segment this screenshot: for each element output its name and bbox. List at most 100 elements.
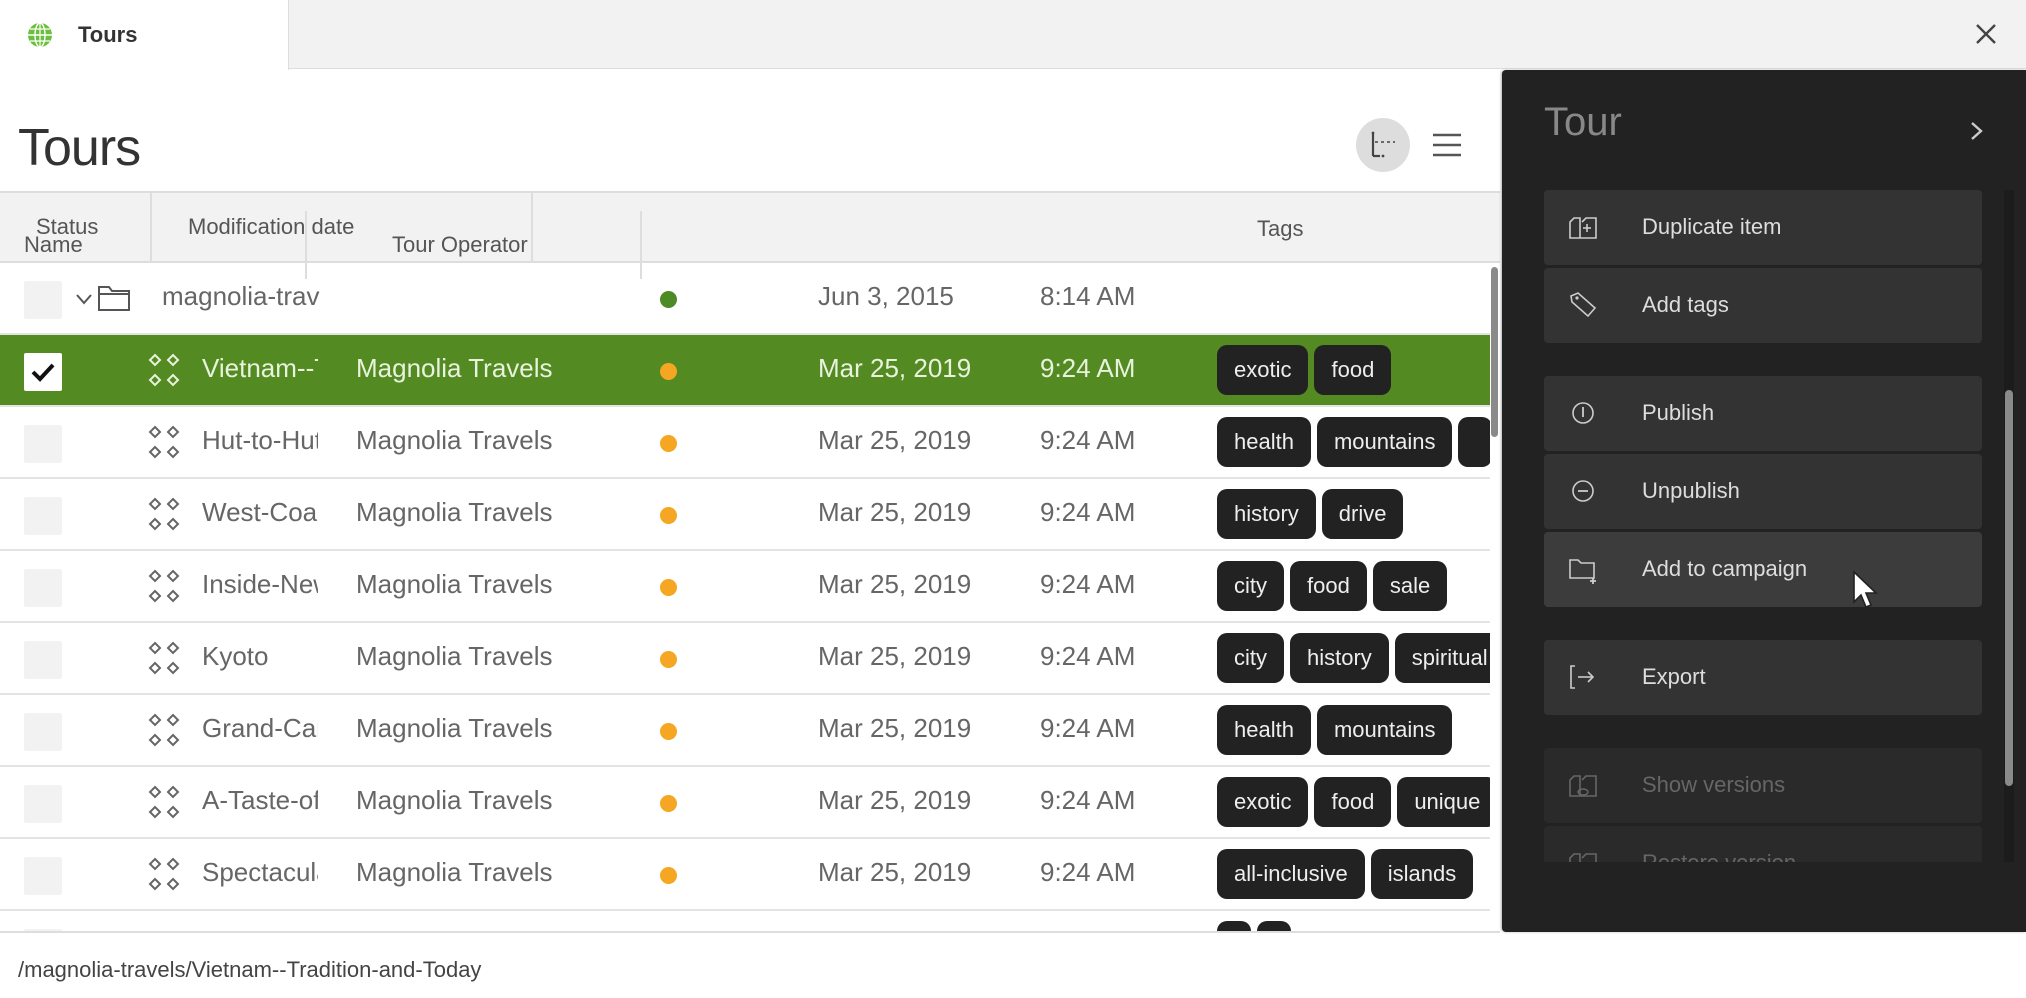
- table-row[interactable]: [0, 911, 1490, 931]
- tag-chip[interactable]: unique: [1397, 777, 1490, 827]
- tour-operator: Magnolia Travels: [356, 785, 553, 815]
- action-label: Duplicate item: [1642, 214, 1782, 239]
- tour-node-icon: [148, 569, 180, 603]
- table-row[interactable]: Grand-Canyon Magnolia Travels Mar 25, 2019…: [0, 695, 1490, 767]
- selected-item-path: /magnolia-travels/Vietnam--Tradition-and…: [18, 957, 482, 982]
- chevron-down-icon[interactable]: [74, 289, 94, 309]
- tag-list: health mountains: [1217, 705, 1490, 757]
- tag-chip[interactable]: mountains: [1316, 417, 1453, 467]
- row-checkbox[interactable]: [24, 497, 62, 535]
- tag-chip[interactable]: [1217, 921, 1251, 931]
- tag-chip[interactable]: mountains: [1316, 705, 1453, 755]
- modification-time: 9:24 AM: [1040, 497, 1136, 527]
- tour-name: Hut-to-Hut: [202, 425, 318, 455]
- tag-chip[interactable]: sale: [1372, 561, 1448, 611]
- list-menu-button[interactable]: [1420, 118, 1474, 172]
- action-unpublish[interactable]: Unpublish: [1544, 454, 1982, 529]
- tour-node-icon: [148, 353, 180, 387]
- tag-chip[interactable]: exotic: [1217, 777, 1309, 827]
- tag-chip[interactable]: spiritual: [1394, 633, 1490, 683]
- action-add-tags[interactable]: Add tags: [1544, 268, 1982, 343]
- action-add-to-campaign[interactable]: Add to campaign: [1544, 532, 1982, 607]
- modification-time: 9:24 AM: [1040, 569, 1136, 599]
- tree-view-toggle-button[interactable]: [1356, 118, 1410, 172]
- tag-chip[interactable]: health: [1217, 705, 1311, 755]
- modification-date: Mar 25, 2019: [818, 425, 972, 455]
- grid-scrollbar[interactable]: [1490, 263, 1500, 931]
- tag-chip[interactable]: history: [1217, 489, 1316, 539]
- panel-scrollbar-thumb[interactable]: [2005, 390, 2013, 786]
- action-publish[interactable]: Publish: [1544, 376, 1982, 451]
- action-label: Export: [1642, 664, 1706, 689]
- tour-node-icon: [148, 785, 180, 819]
- tag-list: exotic food: [1217, 345, 1490, 397]
- tag-chip[interactable]: city: [1217, 633, 1284, 683]
- tag-chip[interactable]: city: [1217, 561, 1284, 611]
- action-duplicate-item[interactable]: Duplicate item: [1544, 190, 1982, 265]
- table-row[interactable]: West-Coast Magnolia Travels Mar 25, 2019 9:…: [0, 479, 1490, 551]
- grid-scrollbar-thumb[interactable]: [1491, 267, 1498, 437]
- tag-chip[interactable]: all-inclusive: [1217, 849, 1365, 899]
- status-indicator-modified: [660, 579, 677, 596]
- modification-date: Mar 25, 2019: [818, 713, 972, 743]
- table-row[interactable]: Spectacular Magnolia Travels Mar 25, 2019 9…: [0, 839, 1490, 911]
- status-indicator-modified: [660, 795, 677, 812]
- column-header-tags[interactable]: Tags: [1217, 203, 1490, 255]
- action-export[interactable]: Export: [1544, 640, 1982, 715]
- row-checkbox[interactable]: [24, 425, 62, 463]
- action-label: Add to campaign: [1642, 556, 1808, 581]
- chevron-right-icon[interactable]: [1962, 116, 1992, 146]
- tag-chip[interactable]: history: [1290, 633, 1389, 683]
- row-checkbox[interactable]: [24, 785, 62, 823]
- row-checkbox[interactable]: [24, 281, 62, 319]
- tag-chip[interactable]: food: [1314, 777, 1392, 827]
- tag-chip[interactable]: islands: [1370, 849, 1474, 899]
- table-row[interactable]: Hut-to-Hut Magnolia Travels Mar 25, 2019 9:…: [0, 407, 1490, 479]
- tab-tours[interactable]: Tours: [0, 0, 289, 70]
- duplicate-icon: [1569, 217, 1597, 239]
- tour-name: West-Coast: [202, 497, 318, 527]
- tag-chip[interactable]: exotic: [1217, 345, 1309, 395]
- table-row[interactable]: Vietnam--T Magnolia Travels Mar 25, 2019 9:…: [0, 335, 1490, 407]
- tour-node-icon: [148, 497, 180, 531]
- action-label: Publish: [1642, 400, 1715, 425]
- action-restore-version[interactable]: Restore version: [1544, 826, 1982, 862]
- row-checkbox[interactable]: [24, 353, 62, 391]
- tour-node-icon: [148, 425, 180, 459]
- tag-chip[interactable]: health: [1217, 417, 1311, 467]
- tour-node-icon: [148, 857, 180, 891]
- show-versions-icon: [1569, 775, 1597, 797]
- grid-rows: magnolia-trav Jun 3, 2015 8:14 AM Vietna…: [0, 263, 1490, 931]
- table-row[interactable]: Kyoto Magnolia Travels Mar 25, 2019 9:24 AM…: [0, 623, 1490, 695]
- tour-name: A-Taste-of: [202, 785, 318, 815]
- tag-list: city history spiritual: [1217, 633, 1490, 685]
- tour-name: Grand-Canyon: [202, 713, 318, 743]
- table-row[interactable]: Inside-New Magnolia Travels Mar 25, 2019 9:…: [0, 551, 1490, 623]
- status-indicator-modified: [660, 507, 677, 524]
- modification-time: 9:24 AM: [1040, 353, 1136, 383]
- row-checkbox[interactable]: [24, 569, 62, 607]
- row-checkbox[interactable]: [24, 641, 62, 679]
- tag-chip[interactable]: food: [1314, 345, 1392, 395]
- row-checkbox[interactable]: [24, 857, 62, 895]
- folder-row[interactable]: magnolia-trav Jun 3, 2015 8:14 AM: [0, 263, 1490, 335]
- tour-name: Kyoto: [202, 641, 269, 671]
- panel-title: Tour: [1544, 100, 1622, 144]
- tag-chip[interactable]: food: [1290, 561, 1367, 611]
- status-indicator-modified: [660, 867, 677, 884]
- action-show-versions[interactable]: Show versions: [1544, 748, 1982, 823]
- tag-chip[interactable]: [1257, 921, 1291, 931]
- row-checkbox[interactable]: [24, 713, 62, 751]
- tag-list: health mountains: [1217, 417, 1490, 469]
- tag-chip[interactable]: drive: [1321, 489, 1404, 539]
- modification-date: Mar 25, 2019: [818, 641, 972, 671]
- page-title: Tours: [18, 119, 141, 177]
- close-button[interactable]: [1966, 14, 2006, 54]
- globe-icon: [28, 22, 52, 48]
- tag-chip[interactable]: [1458, 417, 1490, 467]
- export-icon: [1570, 665, 1595, 689]
- tour-operator: Magnolia Travels: [356, 353, 553, 383]
- tree-view-icon: [1371, 131, 1395, 158]
- table-row[interactable]: A-Taste-of Magnolia Travels Mar 25, 2019 9:…: [0, 767, 1490, 839]
- panel-scrollbar[interactable]: [2004, 190, 2014, 862]
